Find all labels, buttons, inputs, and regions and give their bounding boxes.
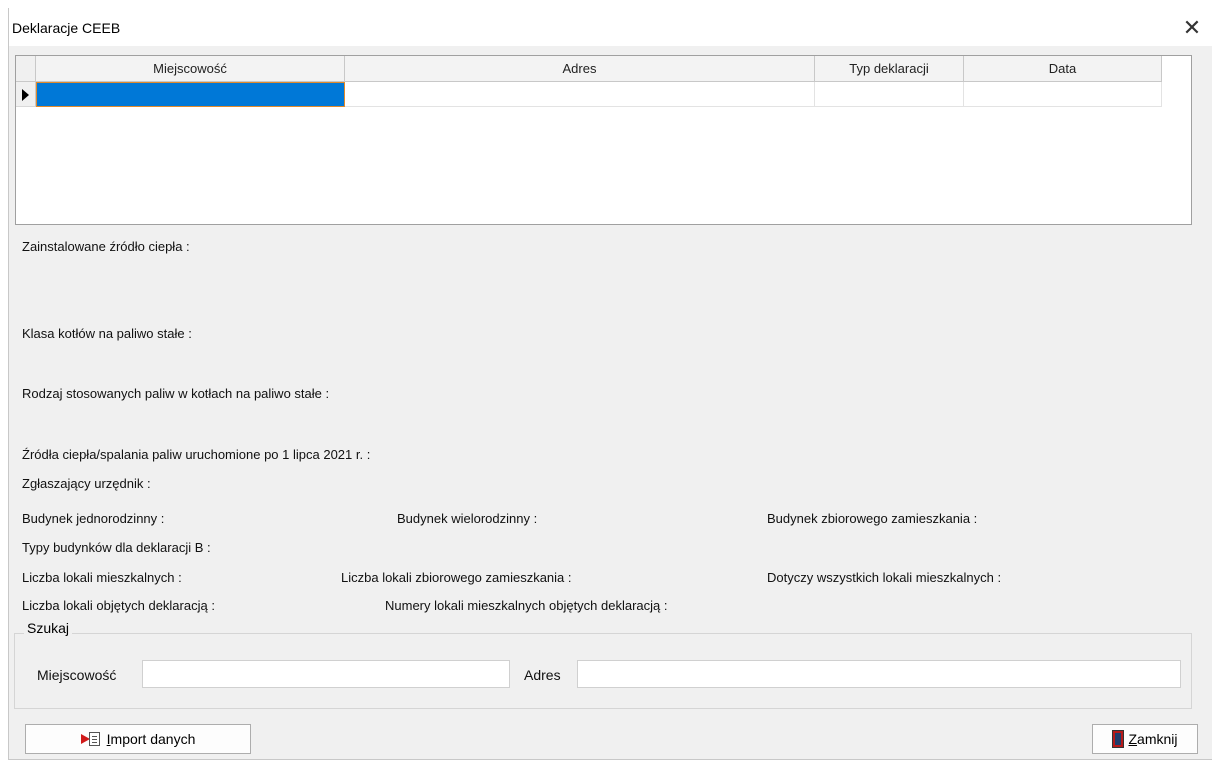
search-miejscowosc-input[interactable]: [142, 660, 510, 688]
label-liczba-lokali-zbiorowych: Liczba lokali zbiorowego zamieszkania :: [341, 570, 572, 585]
column-header-miejscowosc[interactable]: Miejscowość: [36, 56, 345, 82]
import-data-button[interactable]: Import danych: [25, 724, 251, 754]
label-budynek-jednorodzinny: Budynek jednorodzinny :: [22, 511, 165, 526]
close-icon[interactable]: ✕: [1177, 13, 1207, 43]
column-header-adres[interactable]: Adres: [345, 56, 815, 82]
window-title: Deklaracje CEEB: [12, 20, 121, 36]
import-icon: [80, 730, 103, 748]
label-numery-lokali: Numery lokali mieszkalnych objętych dekl…: [385, 598, 668, 613]
label-zrodlo-ciepla: Zainstalowane źródło ciepła :: [22, 239, 190, 254]
label-liczba-objetych: Liczba lokali objętych deklaracją :: [22, 598, 215, 613]
row-indicator: [16, 82, 36, 107]
cell-adres[interactable]: [345, 82, 815, 107]
label-search-miejscowosc: Miejscowość: [37, 667, 117, 683]
column-header-typ-deklaracji[interactable]: Typ deklaracji: [815, 56, 964, 82]
label-dotyczy-wszystkich: Dotyczy wszystkich lokali mieszkalnych :: [767, 570, 1002, 585]
label-zrodla-po-2021: Źródła ciepła/spalania paliw uruchomione…: [22, 447, 371, 462]
label-typy-budynkow: Typy budynków dla deklaracji B :: [22, 540, 211, 555]
table-row[interactable]: [16, 82, 1162, 107]
current-row-arrow-icon: [22, 89, 29, 101]
title-bar: Deklaracje CEEB ✕: [9, 8, 1212, 46]
label-urzednik: Zgłaszający urzędnik :: [22, 476, 151, 491]
grid-header: Miejscowość Adres Typ deklaracji Data: [16, 56, 1162, 82]
column-header-data[interactable]: Data: [964, 56, 1162, 82]
label-search-adres: Adres: [524, 667, 561, 683]
search-group-title: Szukaj: [24, 620, 73, 636]
declarations-grid[interactable]: Miejscowość Adres Typ deklaracji Data: [15, 55, 1192, 225]
cell-data[interactable]: [964, 82, 1162, 107]
cell-miejscowosc[interactable]: [36, 82, 345, 107]
exit-door-icon: [1112, 730, 1125, 748]
close-button[interactable]: Zamknij: [1092, 724, 1198, 754]
search-adres-input[interactable]: [577, 660, 1181, 688]
import-button-label: Import danych: [106, 731, 196, 747]
cell-typ-deklaracji[interactable]: [815, 82, 964, 107]
grid-corner: [16, 56, 36, 82]
label-klasa-kotlow: Klasa kotłów na paliwo stałe :: [22, 326, 192, 341]
close-button-label: Zamknij: [1128, 731, 1178, 747]
label-budynek-wielorodzinny: Budynek wielorodzinny :: [397, 511, 538, 526]
label-budynek-zbiorowy: Budynek zbiorowego zamieszkania :: [767, 511, 978, 526]
label-rodzaj-paliw: Rodzaj stosowanych paliw w kotłach na pa…: [22, 386, 330, 401]
label-liczba-lokali: Liczba lokali mieszkalnych :: [22, 570, 182, 585]
